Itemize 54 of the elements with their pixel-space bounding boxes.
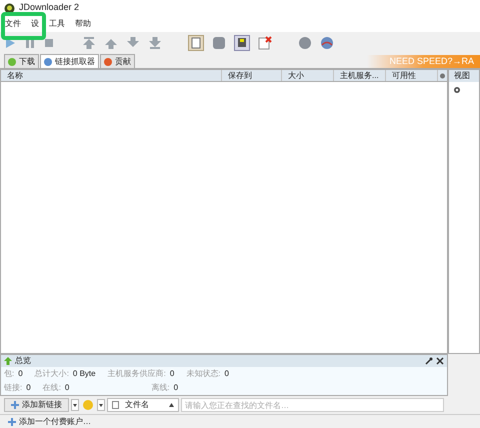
dropdown-icon[interactable]	[71, 399, 79, 411]
add-links-button[interactable]: 添加新链接	[4, 398, 69, 412]
stat-label: 主机服务供应商:	[108, 368, 166, 380]
tab[interactable]: 链接抓取器	[40, 54, 99, 68]
search-field[interactable]: 请输入您正在查找的文件名…	[181, 398, 444, 412]
settings-icon[interactable]	[453, 86, 461, 94]
menu-item[interactable]: 文件	[5, 18, 21, 30]
plus-icon	[11, 401, 19, 409]
stat-value: 0	[26, 382, 31, 394]
stat-label: 未知状态:	[186, 368, 221, 380]
column-header[interactable]: 可用性	[386, 70, 438, 81]
stat-label: 在线:	[42, 382, 61, 394]
stat-value: 0	[174, 382, 178, 394]
down-arrow-icon[interactable]	[126, 36, 140, 50]
tab[interactable]: 下载	[4, 54, 39, 68]
up-arrow-icon	[4, 357, 12, 365]
clipboard-icon[interactable]	[188, 35, 204, 51]
globe-icon[interactable]	[320, 36, 334, 50]
stat-value: 0	[224, 368, 229, 380]
up-arrow-icon[interactable]	[82, 36, 96, 50]
menu-item[interactable]: 设	[31, 18, 39, 30]
column-header[interactable]: 大小	[282, 70, 334, 81]
add-account-link[interactable]: 添加一个付费账户…	[8, 416, 91, 428]
stat-value: 0	[64, 382, 70, 394]
play-icon[interactable]	[4, 37, 16, 49]
stat-label: 离线:	[151, 382, 170, 394]
wrench-icon[interactable]	[425, 357, 433, 365]
column-header[interactable]: 名称	[1, 70, 222, 81]
stat-label: 包:	[4, 368, 14, 380]
stat-value: 0 Byte	[72, 368, 96, 380]
down-arrow-icon[interactable]	[148, 36, 162, 50]
up-arrow-icon[interactable]	[104, 36, 118, 50]
stat-value: 0	[18, 368, 23, 380]
plus-icon	[8, 418, 16, 426]
tab[interactable]: 贡献	[100, 54, 135, 68]
close-icon[interactable]	[436, 357, 444, 365]
app-logo-icon	[4, 2, 15, 14]
panel-title: 视图	[449, 70, 479, 82]
highlight-frame	[1, 12, 46, 40]
search-scope-dropdown[interactable]: 文件名	[107, 398, 179, 412]
menu-item[interactable]: 工具	[49, 18, 65, 30]
delete-list-icon[interactable]	[258, 36, 272, 50]
column-header[interactable]: 主机服务...	[334, 70, 386, 81]
dropdown-icon[interactable]	[97, 399, 105, 411]
stat-label: 链接:	[4, 382, 22, 394]
menu-item[interactable]: 帮助	[75, 18, 91, 30]
stop-icon[interactable]	[44, 38, 54, 48]
stat-label: 总计大小:	[34, 368, 69, 380]
caret-icon	[169, 403, 174, 407]
panel-title: 总览	[15, 355, 31, 367]
pause-icon[interactable]	[24, 37, 36, 49]
stat-value: 0	[170, 368, 174, 380]
column-header[interactable]: 保存到	[222, 70, 282, 81]
window-title: JDownloader 2	[19, 1, 80, 14]
